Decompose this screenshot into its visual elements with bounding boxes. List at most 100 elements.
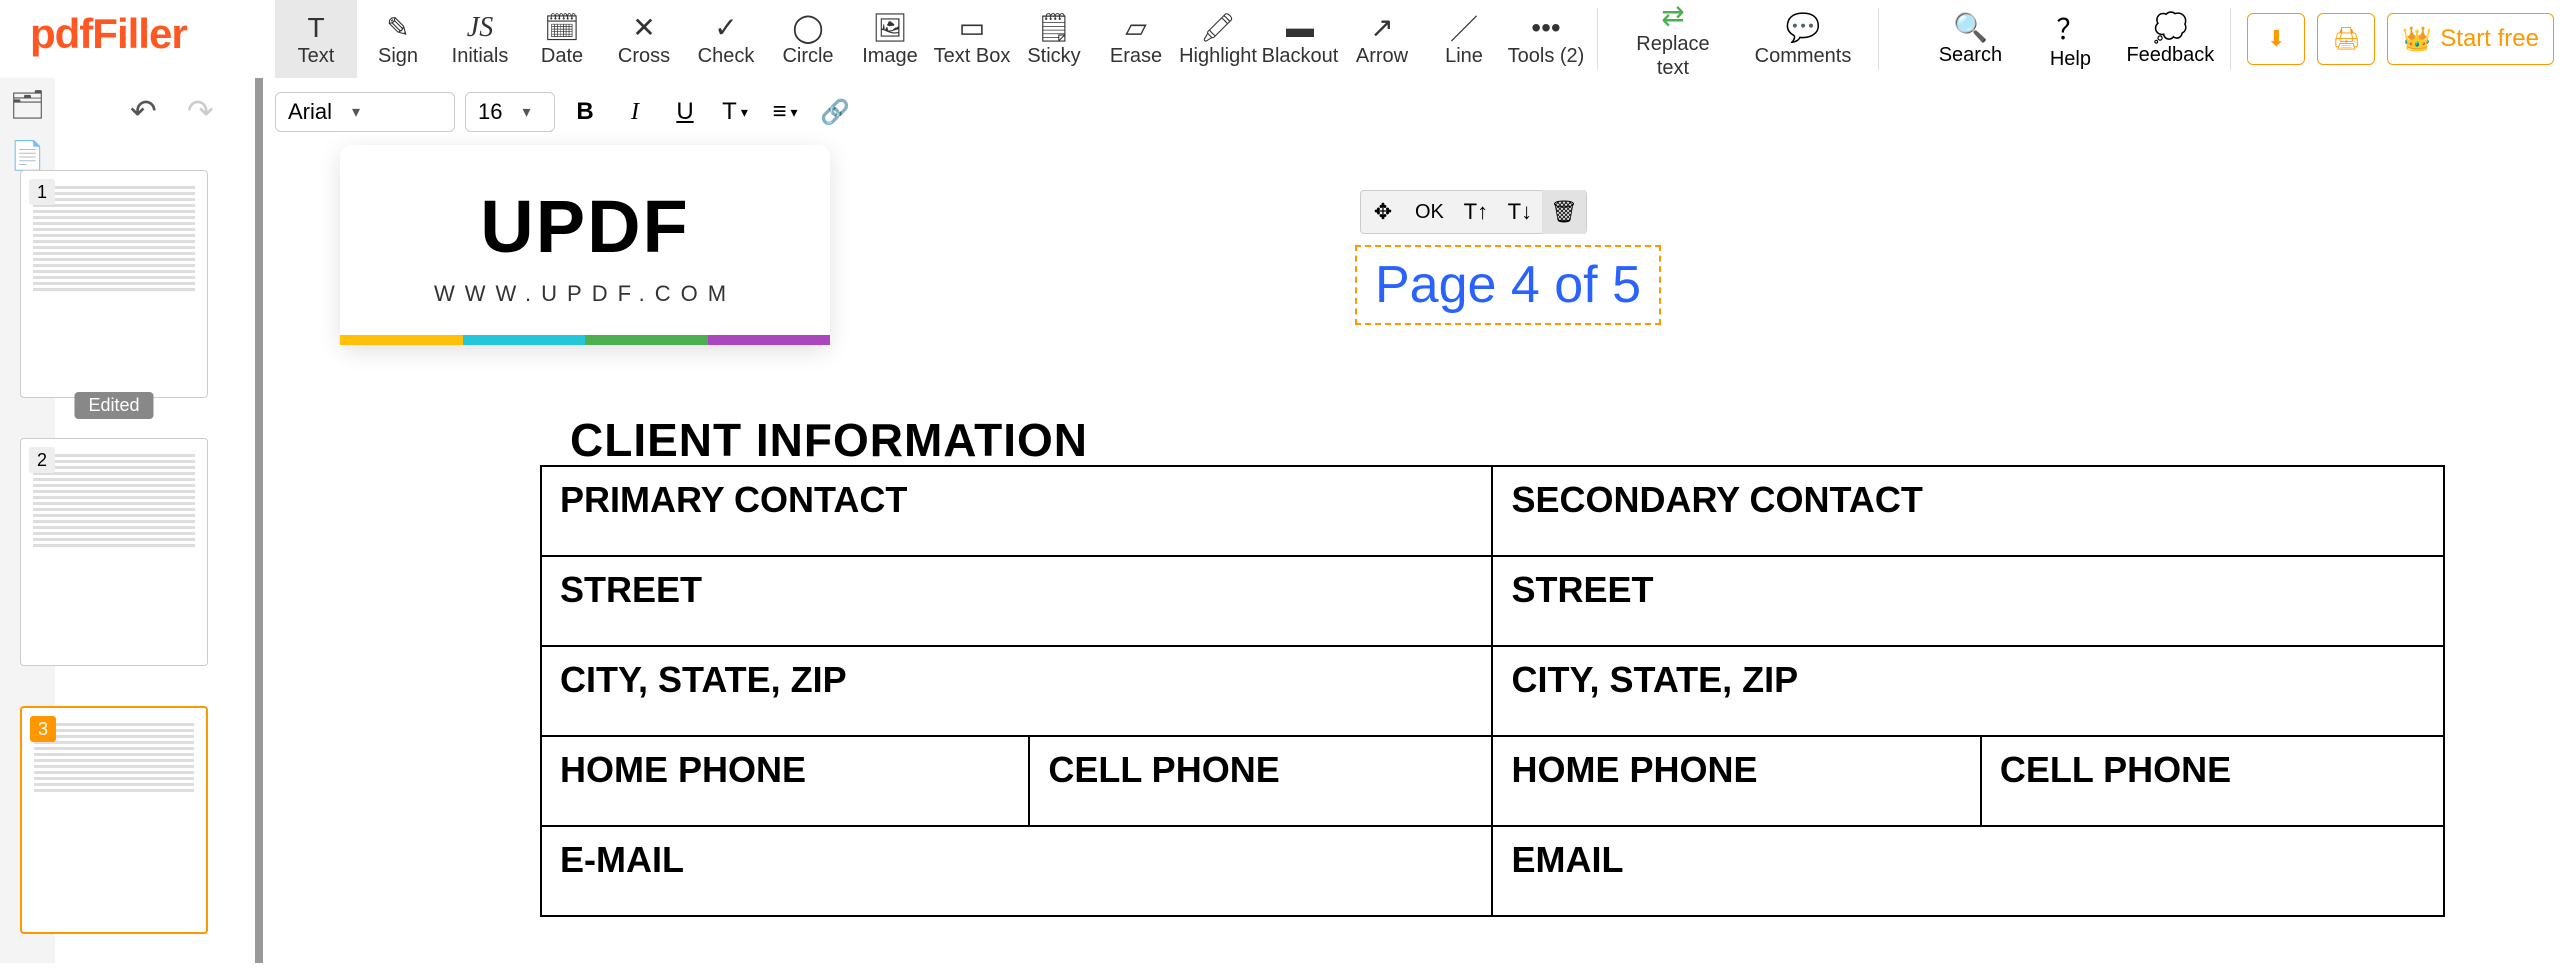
tool-image[interactable]: 🖼Image (849, 0, 931, 78)
client-info-table: PRIMARY CONTACT SECONDARY CONTACT STREET… (540, 465, 2445, 917)
replace-icon: ⇄ (1661, 0, 1684, 32)
font-up-icon: T↑ (1464, 199, 1488, 225)
tool-check[interactable]: ✓Check (685, 0, 767, 78)
panel-divider[interactable] (255, 78, 263, 963)
cell-cell-phone-2[interactable]: CELL PHONE (1981, 736, 2444, 826)
sign-icon: ✎ (386, 11, 409, 45)
font-increase-button[interactable]: T↑ (1454, 190, 1498, 234)
chevron-down-icon: ▾ (352, 102, 360, 122)
ok-button[interactable]: OK (1405, 190, 1454, 234)
cell-secondary-contact[interactable]: SECONDARY CONTACT (1492, 466, 2444, 556)
move-icon: ✥ (1374, 199, 1392, 225)
tool-sticky[interactable]: 🗒Sticky (1013, 0, 1095, 78)
tool-text[interactable]: TText (275, 0, 357, 78)
updf-url: WWW.UPDF.COM (434, 281, 736, 307)
underline-button[interactable]: U (665, 92, 705, 132)
page-thumbnail-1[interactable]: 1 Edited (20, 170, 208, 398)
delete-text-button[interactable]: 🗑 (1542, 190, 1586, 234)
download-icon: ⬇ (2267, 26, 2285, 52)
print-icon: 🖨 (2332, 26, 2360, 52)
tool-blackout[interactable]: ▬Blackout (1259, 0, 1341, 78)
cell-cell-phone-1[interactable]: CELL PHONE (1029, 736, 1492, 826)
font-decrease-button[interactable]: T↓ (1498, 190, 1542, 234)
tool-line[interactable]: ／Line (1423, 0, 1505, 78)
tool-textbox[interactable]: ▭Text Box (931, 0, 1013, 78)
cell-csz-1[interactable]: CITY, STATE, ZIP (541, 646, 1492, 736)
tool-comments[interactable]: 💬Comments (1738, 0, 1868, 78)
tool-tools[interactable]: •••Tools (2) (1505, 0, 1587, 78)
tool-arrow[interactable]: ↗Arrow (1341, 0, 1423, 78)
search-icon: 🔍 (1953, 11, 1988, 44)
edited-badge: Edited (74, 392, 153, 419)
pages-icon: 🗂 (10, 89, 46, 120)
align-button[interactable]: ≡▾ (765, 92, 805, 132)
arrow-icon: ↗ (1370, 11, 1393, 45)
page-text-box[interactable]: Page 4 of 5 (1355, 245, 1661, 325)
chevron-down-icon: ▾ (522, 102, 530, 122)
cell-street-1[interactable]: STREET (541, 556, 1492, 646)
redo-button[interactable]: ↷ (187, 92, 214, 130)
cell-home-phone-1[interactable]: HOME PHONE (541, 736, 1029, 826)
crown-icon: 👑 (2402, 25, 2432, 54)
image-icon: 🖼 (872, 11, 908, 45)
text-icon: T (307, 11, 324, 45)
pages-panel-button[interactable]: 🗂 (10, 88, 46, 121)
page-thumbnail-3[interactable]: 3 (20, 706, 208, 934)
blackout-icon: ▬ (1286, 11, 1314, 45)
cell-home-phone-2[interactable]: HOME PHONE (1492, 736, 1980, 826)
circle-icon: ◯ (792, 11, 823, 45)
font-down-icon: T↓ (1508, 199, 1532, 225)
link-icon: 🔗 (820, 98, 850, 127)
heading-client-info: CLIENT INFORMATION (570, 413, 1088, 467)
page-number: 1 (29, 179, 55, 205)
undo-icon: ↶ (130, 93, 157, 129)
brand-logo: pdfFiller (30, 10, 187, 58)
text-mini-toolbar: ✥ OK T↑ T↓ 🗑 (1360, 190, 1587, 234)
feedback-button[interactable]: 💭Feedback (2120, 0, 2220, 78)
calendar-icon: 🗓 (544, 11, 580, 45)
tool-cross[interactable]: ✕Cross (603, 0, 685, 78)
page-settings-button[interactable]: 📄 (10, 139, 45, 172)
highlight-icon: 🖍 (1200, 11, 1236, 45)
updf-logo-text: UPDF (480, 184, 689, 269)
cell-street-2[interactable]: STREET (1492, 556, 2444, 646)
search-button[interactable]: 🔍Search (1920, 0, 2020, 78)
italic-button[interactable]: I (615, 92, 655, 132)
updf-color-bar (340, 335, 830, 345)
print-button[interactable]: 🖨 (2317, 13, 2375, 65)
font-family-select[interactable]: Arial▾ (275, 92, 455, 132)
text-color-button[interactable]: T▾ (715, 92, 755, 132)
tool-date[interactable]: 🗓Date (521, 0, 603, 78)
tool-initials[interactable]: JSInitials (439, 0, 521, 78)
font-size-select[interactable]: 16▾ (465, 92, 555, 132)
page-number: 3 (30, 716, 56, 742)
cell-email-2[interactable]: EMAIL (1492, 826, 2444, 916)
tool-highlight[interactable]: 🖍Highlight (1177, 0, 1259, 78)
download-button[interactable]: ⬇ (2247, 13, 2305, 65)
updf-logo-box: UPDF WWW.UPDF.COM (340, 145, 830, 345)
feedback-icon: 💭 (2153, 11, 2188, 44)
chevron-down-icon: ▾ (741, 104, 748, 121)
link-button[interactable]: 🔗 (815, 92, 855, 132)
tool-sign[interactable]: ✎Sign (357, 0, 439, 78)
tool-replace-text[interactable]: ⇄Replace text (1608, 0, 1738, 78)
help-icon: ？ (2056, 8, 2084, 48)
move-handle[interactable]: ✥ (1361, 190, 1405, 234)
page-thumbnail-2[interactable]: 2 (20, 438, 208, 666)
sticky-icon: 🗒 (1036, 11, 1072, 45)
cell-primary-contact[interactable]: PRIMARY CONTACT (541, 466, 1492, 556)
help-button[interactable]: ？Help (2020, 0, 2120, 78)
undo-button[interactable]: ↶ (130, 92, 157, 130)
trash-icon: 🗑 (1550, 199, 1578, 225)
cell-csz-2[interactable]: CITY, STATE, ZIP (1492, 646, 2444, 736)
tool-erase[interactable]: ▱Erase (1095, 0, 1177, 78)
tool-circle[interactable]: ◯Circle (767, 0, 849, 78)
page-number: 2 (29, 447, 55, 473)
check-icon: ✓ (714, 11, 737, 45)
cell-email-1[interactable]: E-MAIL (541, 826, 1492, 916)
bold-button[interactable]: B (565, 92, 605, 132)
chevron-down-icon: ▾ (790, 104, 797, 121)
page-gear-icon: 📄 (10, 140, 45, 171)
textbox-icon: ▭ (959, 11, 985, 45)
start-free-button[interactable]: 👑Start free (2387, 13, 2554, 65)
